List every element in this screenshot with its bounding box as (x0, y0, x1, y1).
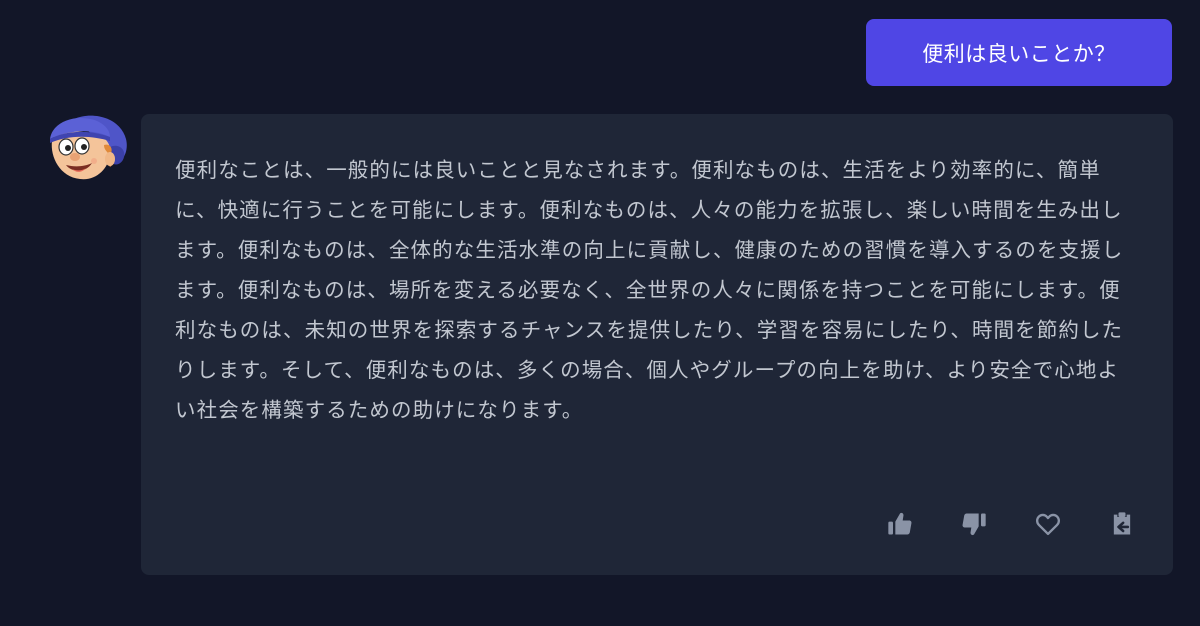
user-message-text: 便利は良いことか？ (922, 41, 1116, 66)
copy-button[interactable] (1107, 509, 1137, 539)
thumbs-down-button[interactable] (959, 509, 989, 539)
assistant-avatar (44, 113, 130, 185)
thumbs-up-button[interactable] (885, 509, 915, 539)
favorite-button[interactable] (1033, 509, 1063, 539)
thumbs-down-icon (962, 513, 986, 536)
assistant-message-text: 便利なことは、一般的には良いことと見なされます。便利なものは、生活をより効率的に… (175, 158, 1124, 422)
heart-icon (1035, 513, 1061, 536)
thumbs-up-icon (888, 512, 912, 535)
assistant-message-card: 便利なことは、一般的には良いことと見なされます。便利なものは、生活をより効率的に… (141, 114, 1173, 575)
cartoon-boy-cap-avatar-icon (50, 115, 127, 180)
message-actions (885, 509, 1137, 539)
clipboard-icon (1113, 512, 1131, 535)
user-message-bubble: 便利は良いことか？ (866, 19, 1172, 86)
